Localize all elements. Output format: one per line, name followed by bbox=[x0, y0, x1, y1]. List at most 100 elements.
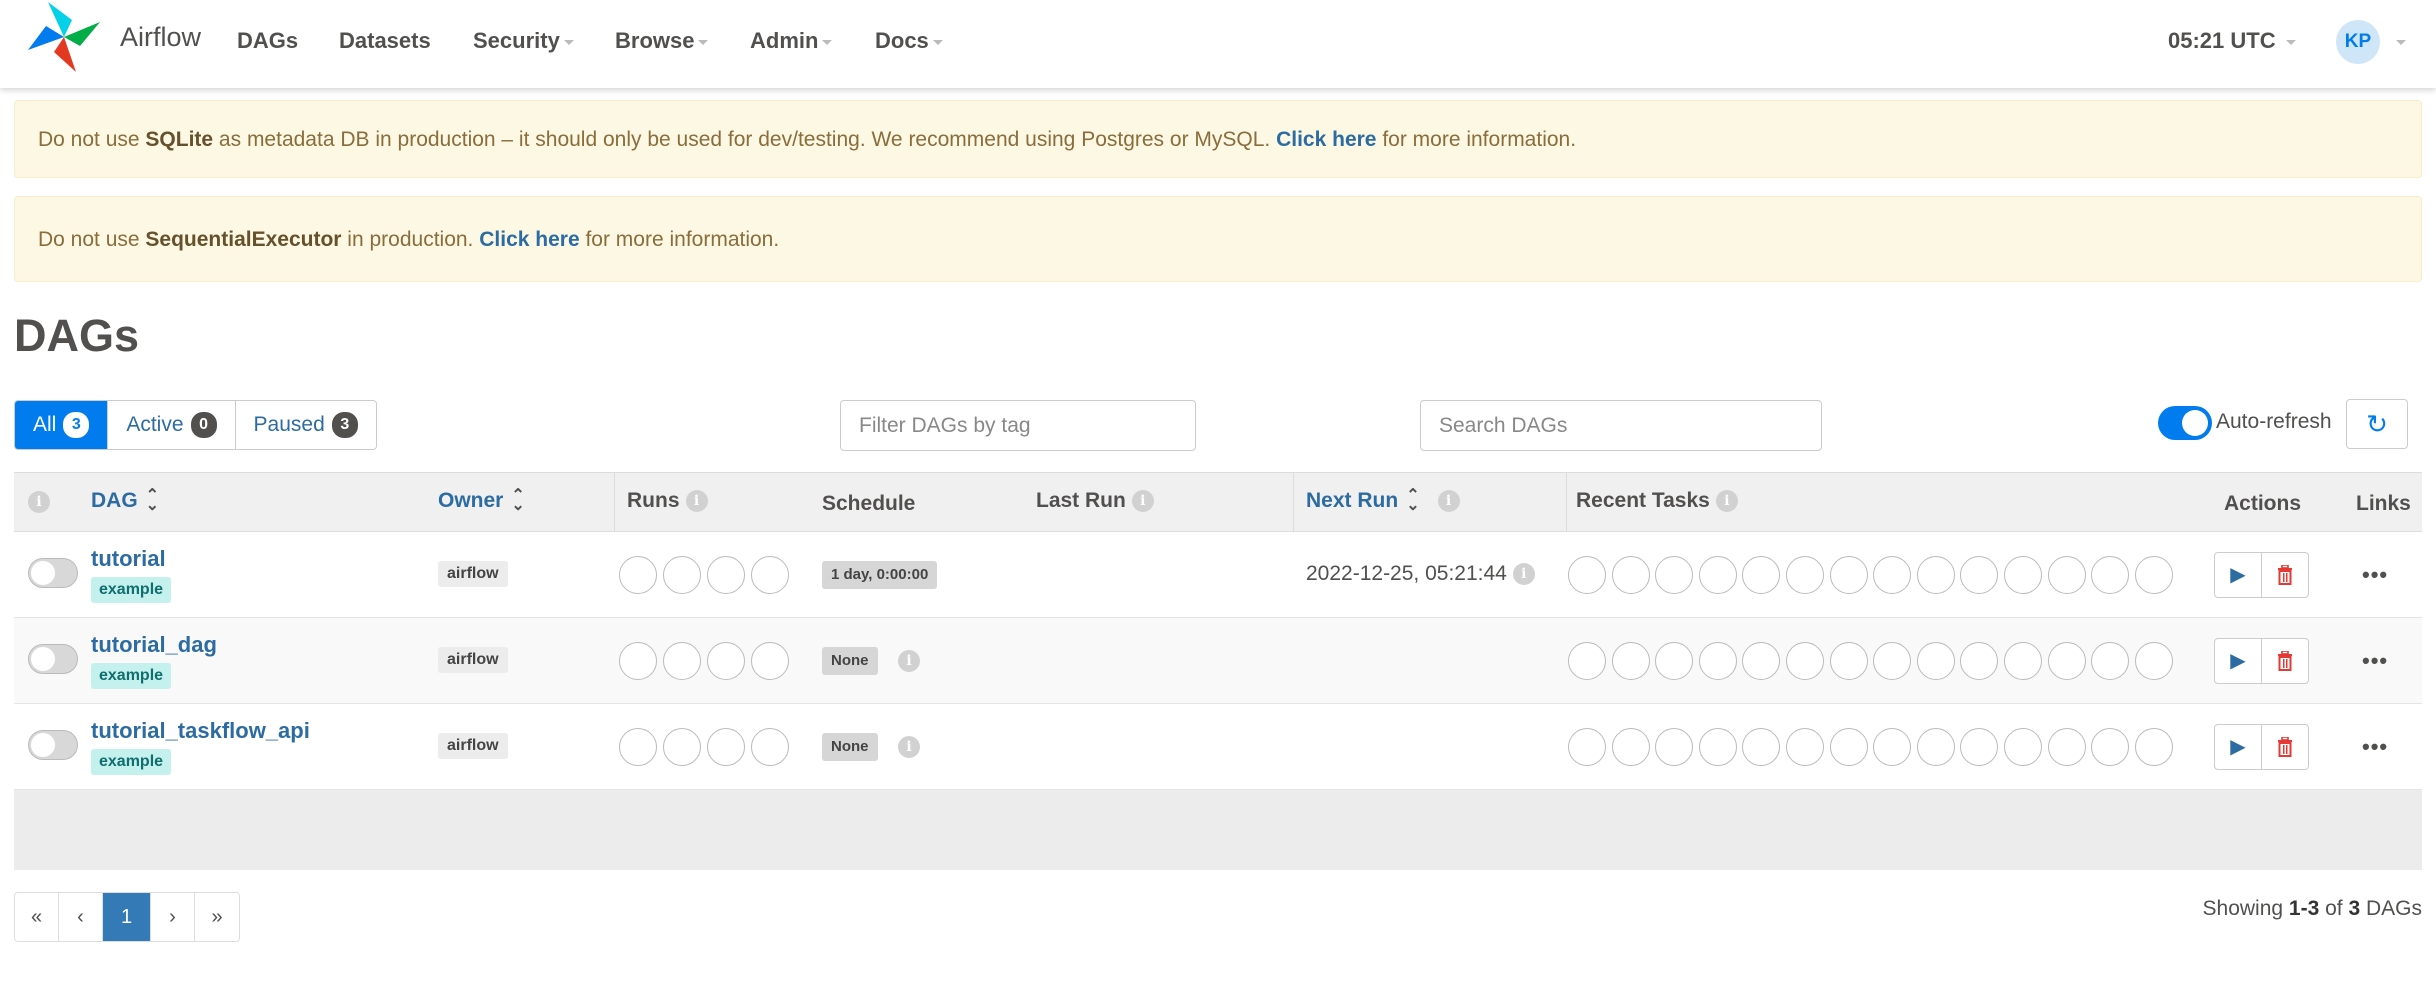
task-state-circle[interactable] bbox=[1786, 642, 1824, 680]
task-state-circle[interactable] bbox=[1916, 556, 1955, 594]
task-state-circle[interactable] bbox=[1916, 728, 1955, 766]
nav-dags[interactable]: DAGs bbox=[237, 28, 298, 54]
task-state-circle[interactable] bbox=[1873, 728, 1912, 766]
info-icon[interactable]: i bbox=[1437, 490, 1460, 513]
task-state-circle[interactable] bbox=[1698, 642, 1737, 680]
run-state-circle[interactable] bbox=[751, 556, 789, 594]
search-dags-input[interactable] bbox=[1420, 400, 1822, 451]
task-state-circle[interactable] bbox=[1698, 556, 1737, 594]
nav-docs[interactable]: Docs bbox=[875, 28, 943, 54]
task-state-circle[interactable] bbox=[2134, 642, 2173, 680]
owner-badge[interactable]: airflow bbox=[438, 733, 508, 759]
owner-badge[interactable]: airflow bbox=[438, 647, 508, 673]
auto-refresh-toggle[interactable] bbox=[2158, 406, 2212, 440]
trigger-dag-button[interactable]: ▶ bbox=[2214, 638, 2262, 684]
info-icon[interactable]: i bbox=[898, 650, 920, 672]
task-state-circle[interactable] bbox=[2091, 642, 2130, 680]
run-state-circle[interactable] bbox=[663, 728, 701, 766]
nav-security[interactable]: Security bbox=[473, 28, 574, 54]
task-state-circle[interactable] bbox=[2091, 728, 2130, 766]
task-state-circle[interactable] bbox=[1655, 556, 1694, 594]
delete-dag-button[interactable] bbox=[2261, 724, 2309, 770]
last-page-button[interactable]: » bbox=[195, 893, 239, 941]
task-state-circle[interactable] bbox=[1742, 556, 1781, 594]
task-state-circle[interactable] bbox=[1655, 642, 1694, 680]
header-dag[interactable]: DAG ⌃ ⌄ bbox=[91, 488, 159, 514]
task-state-circle[interactable] bbox=[1873, 556, 1912, 594]
info-icon[interactable]: i bbox=[685, 490, 708, 513]
current-page-button[interactable]: 1 bbox=[103, 893, 151, 941]
nav-browse[interactable]: Browse bbox=[615, 28, 709, 54]
task-state-circle[interactable] bbox=[1829, 728, 1868, 766]
run-state-circle[interactable] bbox=[619, 556, 657, 594]
run-state-circle[interactable] bbox=[751, 642, 789, 680]
next-page-button[interactable]: › bbox=[151, 893, 195, 941]
trigger-dag-button[interactable]: ▶ bbox=[2214, 724, 2262, 770]
tag-badge[interactable]: example bbox=[91, 749, 172, 775]
task-state-circle[interactable] bbox=[2047, 642, 2086, 680]
header-next-run[interactable]: Next Run ⌃ ⌄ i bbox=[1306, 488, 1460, 514]
task-state-circle[interactable] bbox=[1611, 642, 1650, 680]
delete-dag-button[interactable] bbox=[2261, 552, 2309, 598]
filter-paused-button[interactable]: Paused 3 bbox=[235, 401, 376, 449]
task-state-circle[interactable] bbox=[1829, 642, 1868, 680]
task-state-circle[interactable] bbox=[1568, 642, 1606, 680]
dag-link[interactable]: tutorial_dag bbox=[91, 632, 217, 658]
run-state-circle[interactable] bbox=[751, 728, 789, 766]
refresh-button[interactable]: ↻ bbox=[2346, 399, 2408, 449]
task-state-circle[interactable] bbox=[2091, 556, 2130, 594]
more-links-icon[interactable]: ••• bbox=[2362, 734, 2388, 760]
delete-dag-button[interactable] bbox=[2261, 638, 2309, 684]
user-avatar[interactable]: KP bbox=[2336, 20, 2380, 64]
tag-filter-input[interactable] bbox=[840, 400, 1196, 451]
task-state-circle[interactable] bbox=[2047, 728, 2086, 766]
task-state-circle[interactable] bbox=[1960, 642, 1999, 680]
task-state-circle[interactable] bbox=[1698, 728, 1737, 766]
alert-executor-link[interactable]: Click here bbox=[479, 228, 579, 251]
nav-datasets[interactable]: Datasets bbox=[339, 28, 431, 54]
alert-sqlite-link[interactable]: Click here bbox=[1276, 128, 1376, 151]
owner-badge[interactable]: airflow bbox=[438, 561, 508, 587]
header-owner[interactable]: Owner ⌃ ⌄ bbox=[438, 488, 525, 514]
run-state-circle[interactable] bbox=[619, 642, 657, 680]
task-state-circle[interactable] bbox=[1611, 728, 1650, 766]
task-state-circle[interactable] bbox=[1742, 728, 1781, 766]
run-state-circle[interactable] bbox=[707, 728, 745, 766]
trigger-dag-button[interactable]: ▶ bbox=[2214, 552, 2262, 598]
first-page-button[interactable]: « bbox=[15, 893, 59, 941]
task-state-circle[interactable] bbox=[2004, 556, 2042, 594]
run-state-circle[interactable] bbox=[707, 642, 745, 680]
task-state-circle[interactable] bbox=[1568, 728, 1606, 766]
info-icon[interactable]: i bbox=[28, 491, 50, 514]
pause-toggle[interactable] bbox=[28, 730, 78, 760]
task-state-circle[interactable] bbox=[1960, 556, 1999, 594]
filter-all-button[interactable]: All 3 bbox=[15, 401, 109, 449]
task-state-circle[interactable] bbox=[1960, 728, 1999, 766]
time-display[interactable]: 05:21 UTC bbox=[2168, 28, 2296, 54]
run-state-circle[interactable] bbox=[663, 642, 701, 680]
filter-active-button[interactable]: Active 0 bbox=[108, 401, 236, 449]
task-state-circle[interactable] bbox=[2004, 728, 2042, 766]
task-state-circle[interactable] bbox=[2134, 728, 2173, 766]
task-state-circle[interactable] bbox=[1611, 556, 1650, 594]
info-icon[interactable]: i bbox=[898, 736, 920, 758]
pause-toggle[interactable] bbox=[28, 644, 78, 674]
task-state-circle[interactable] bbox=[1786, 728, 1824, 766]
pause-toggle[interactable] bbox=[28, 558, 78, 588]
task-state-circle[interactable] bbox=[2047, 556, 2086, 594]
task-state-circle[interactable] bbox=[1568, 556, 1606, 594]
more-links-icon[interactable]: ••• bbox=[2362, 648, 2388, 674]
task-state-circle[interactable] bbox=[1916, 642, 1955, 680]
more-links-icon[interactable]: ••• bbox=[2362, 562, 2388, 588]
run-state-circle[interactable] bbox=[619, 728, 657, 766]
chevron-down-icon[interactable] bbox=[2396, 40, 2406, 45]
airflow-logo[interactable]: Airflow bbox=[26, 0, 201, 74]
info-icon[interactable]: i bbox=[1131, 490, 1154, 513]
task-state-circle[interactable] bbox=[1873, 642, 1912, 680]
run-state-circle[interactable] bbox=[663, 556, 701, 594]
info-icon[interactable]: i bbox=[1715, 490, 1738, 513]
task-state-circle[interactable] bbox=[1742, 642, 1781, 680]
task-state-circle[interactable] bbox=[1829, 556, 1868, 594]
task-state-circle[interactable] bbox=[2004, 642, 2042, 680]
tag-badge[interactable]: example bbox=[91, 663, 172, 689]
